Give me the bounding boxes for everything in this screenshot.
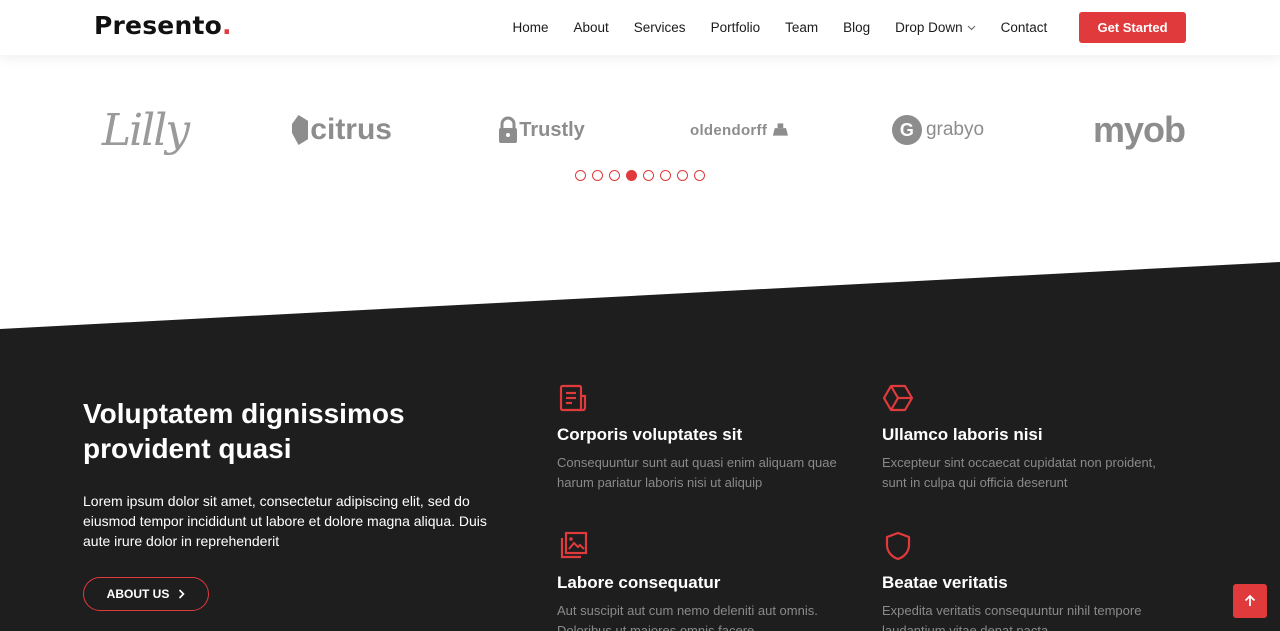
nav-dropdown[interactable]: Drop Down: [895, 20, 976, 35]
about-title: Voluptatem dignissimos provident quasi: [83, 398, 405, 464]
feature-desc: Aut suscipit aut cum nemo deleniti aut o…: [557, 603, 818, 631]
nav-dropdown-label: Drop Down: [895, 20, 963, 35]
logo[interactable]: Presento.: [94, 11, 232, 40]
client-logo-trustly[interactable]: Trustly: [490, 95, 592, 165]
arrow-up-icon: [1244, 594, 1256, 606]
feature-item: Corporis voluptates sit Consequuntur sun…: [557, 382, 857, 493]
citrus-mark-icon: [292, 115, 309, 145]
feature-title: Labore consequatur: [557, 573, 721, 592]
about-us-label: ABOUT US: [106, 587, 170, 601]
shield-icon: [885, 531, 911, 561]
nav-team[interactable]: Team: [785, 20, 818, 35]
client-logo-trustly-text: Trustly: [519, 118, 585, 141]
logo-text: Presento: [94, 11, 222, 40]
logo-dot: .: [221, 11, 232, 40]
clients-carousel: Lilly citrus Trustly oldendorff G grabyo…: [0, 95, 1280, 165]
main-nav: Home About Services Portfolio Team Blog …: [500, 0, 1060, 55]
feature-desc: Consequuntur sunt aut quasi enim aliquam…: [557, 455, 837, 490]
carousel-dot[interactable]: [626, 170, 637, 181]
feature-desc: Expedita veritatis consequuntur nihil te…: [882, 603, 1142, 631]
get-started-button[interactable]: Get Started: [1079, 12, 1186, 43]
nav-services[interactable]: Services: [634, 20, 686, 35]
cube-icon: [882, 384, 914, 412]
carousel-dot[interactable]: [694, 170, 705, 181]
feature-desc: Excepteur sint occaecat cupidatat non pr…: [882, 455, 1156, 490]
site-header: Presento. Home About Services Portfolio …: [0, 0, 1280, 55]
ship-icon: [773, 123, 789, 136]
nav-portfolio[interactable]: Portfolio: [711, 20, 761, 35]
client-logo-grabyo-text: grabyo: [925, 119, 985, 140]
client-logo-myob[interactable]: myob: [1092, 95, 1186, 165]
client-logo-citrus-text: citrus: [310, 113, 392, 146]
nav-blog[interactable]: Blog: [843, 20, 870, 35]
client-logo-oldendorff-text: oldendorff: [690, 121, 768, 139]
grabyo-mark-icon: G: [891, 115, 922, 145]
images-icon: [560, 531, 588, 559]
nav-about[interactable]: About: [574, 20, 609, 35]
carousel-dot[interactable]: [592, 170, 603, 181]
client-logo-lilly[interactable]: Lilly: [90, 95, 200, 165]
feature-title: Corporis voluptates sit: [557, 425, 743, 444]
lock-icon: [499, 116, 518, 143]
feature-title: Beatae veritatis: [882, 573, 1008, 592]
carousel-dot[interactable]: [609, 170, 620, 181]
feature-item: Labore consequatur Aut suscipit aut cum …: [557, 530, 857, 631]
back-to-top-button[interactable]: [1233, 584, 1267, 618]
about-us-button[interactable]: ABOUT US: [83, 577, 209, 611]
receipt-icon: [559, 384, 587, 412]
about-text: Lorem ipsum dolor sit amet, consectetur …: [83, 493, 487, 549]
feature-item: Ullamco laboris nisi Excepteur sint occa…: [882, 382, 1182, 493]
carousel-dot[interactable]: [575, 170, 586, 181]
chevron-right-icon: [179, 589, 185, 599]
carousel-dot[interactable]: [677, 170, 688, 181]
carousel-dot[interactable]: [660, 170, 671, 181]
carousel-dot[interactable]: [643, 170, 654, 181]
feature-title: Ullamco laboris nisi: [882, 425, 1043, 444]
nav-contact[interactable]: Contact: [1001, 20, 1048, 35]
client-logo-citrus[interactable]: citrus: [292, 95, 392, 165]
chevron-down-icon: [967, 25, 976, 30]
carousel-pagination: [575, 170, 711, 181]
nav-home[interactable]: Home: [513, 20, 549, 35]
client-logo-oldendorff[interactable]: oldendorff: [690, 95, 790, 165]
client-logo-grabyo[interactable]: G grabyo: [888, 95, 988, 165]
feature-item: Beatae veritatis Expedita veritatis cons…: [882, 530, 1182, 631]
